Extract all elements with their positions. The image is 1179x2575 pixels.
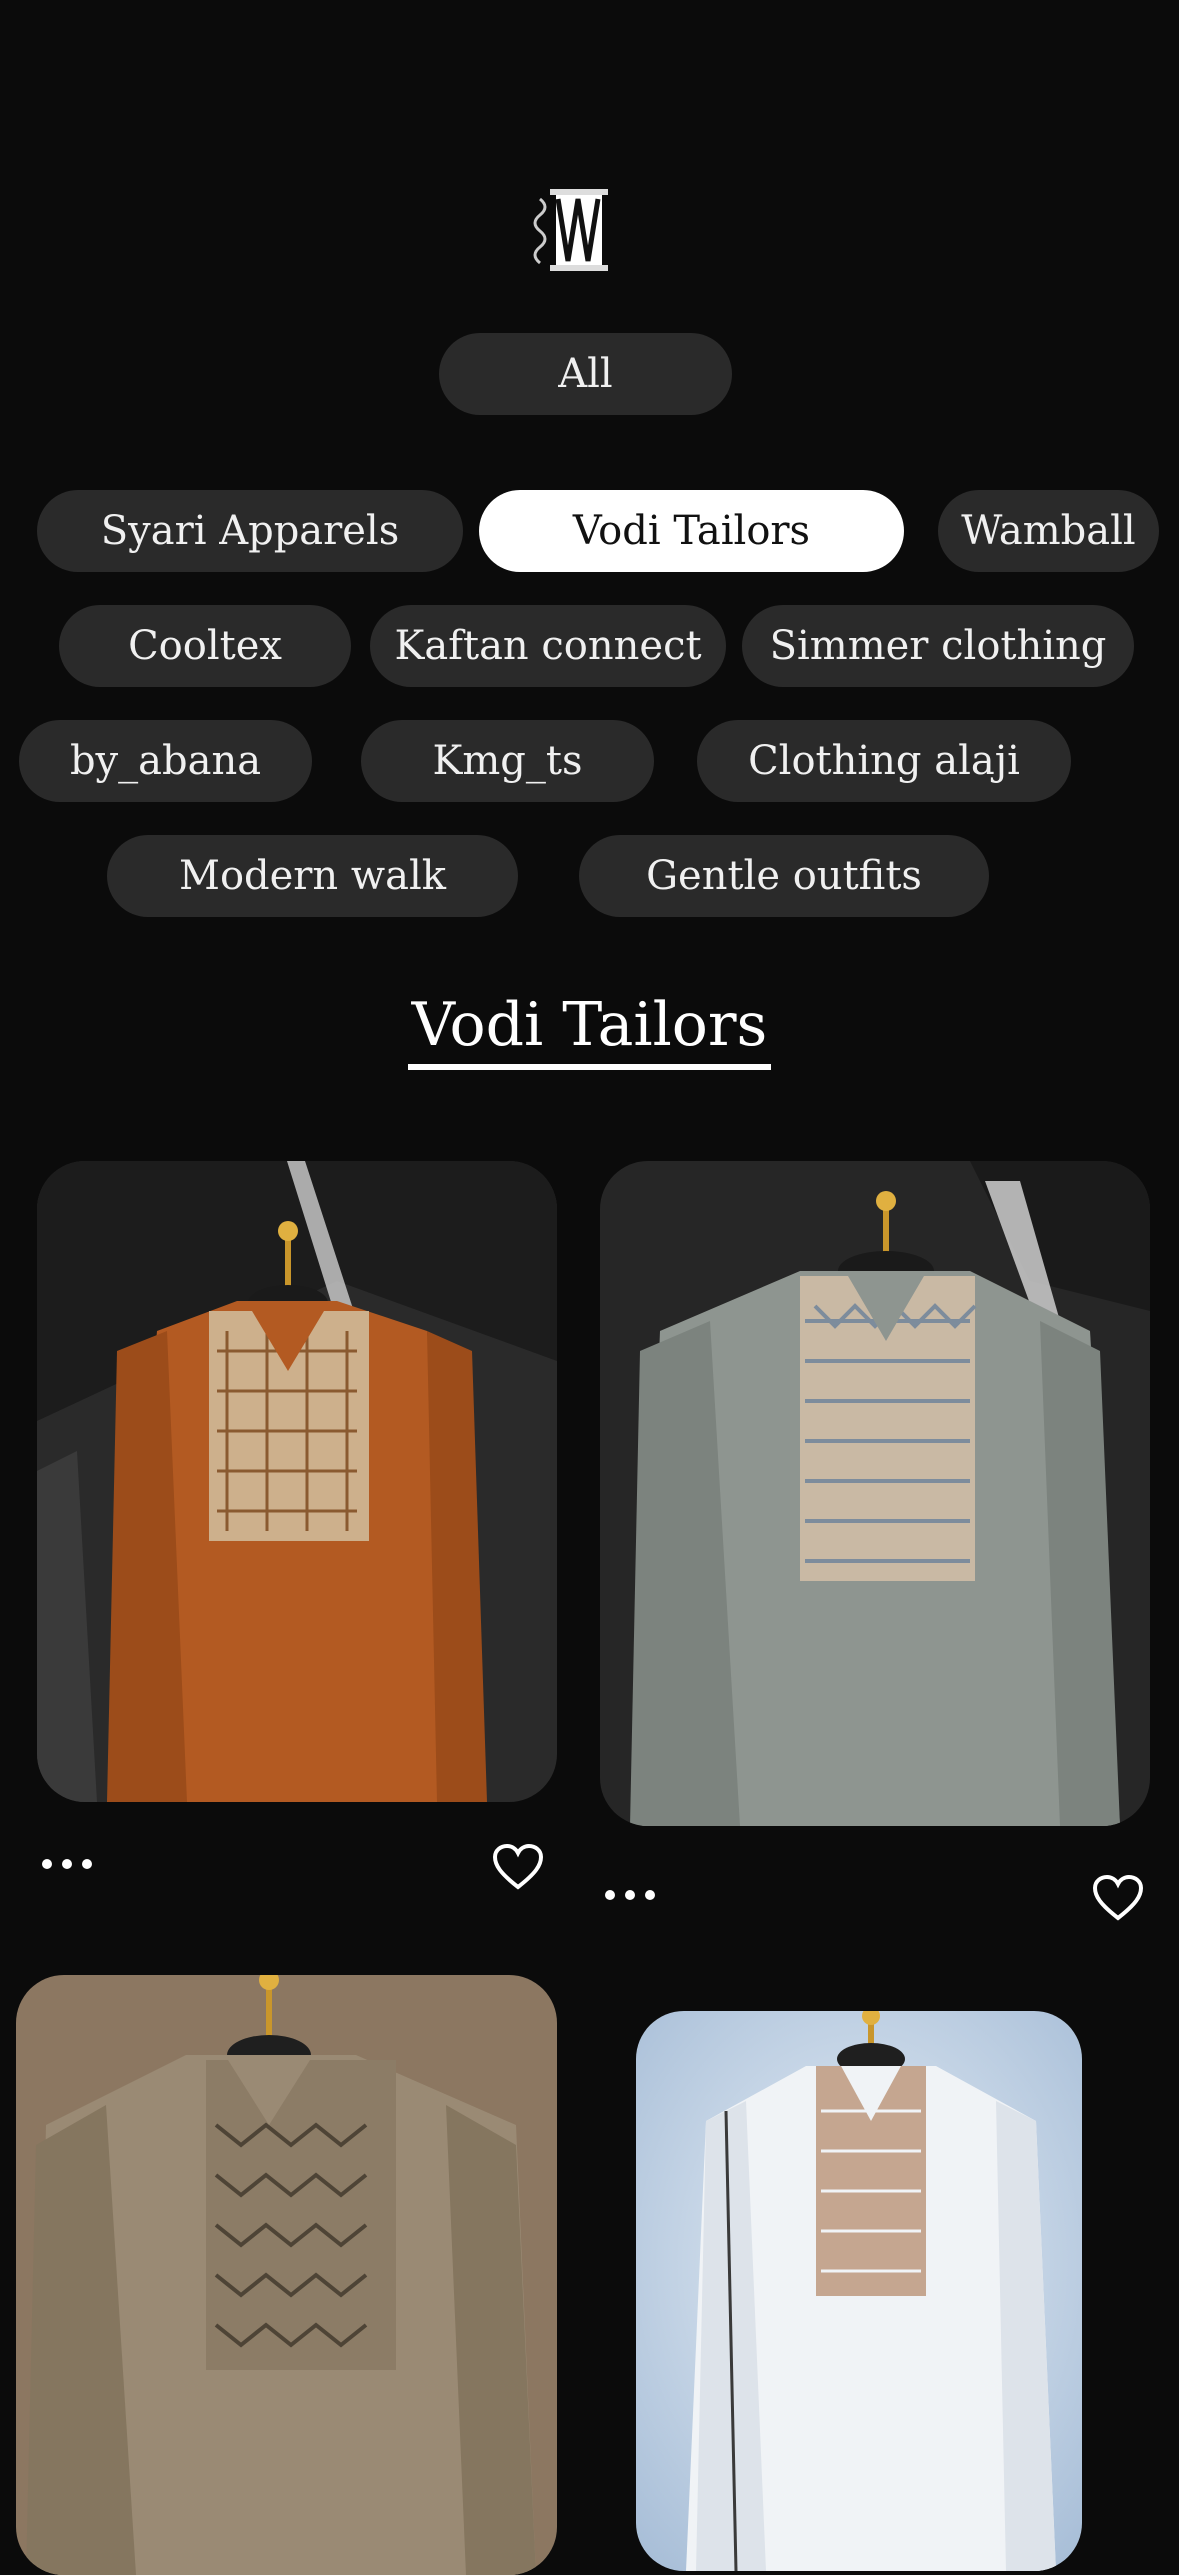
- filter-chip-simmer-clothing[interactable]: Simmer clothing: [742, 605, 1134, 687]
- filter-all-chip[interactable]: All: [439, 333, 732, 415]
- heart-outline-icon[interactable]: [492, 1843, 544, 1891]
- product-image: [600, 1161, 1150, 1826]
- product-card[interactable]: [16, 1975, 557, 2575]
- product-image: [16, 1975, 557, 2575]
- filter-chip-gentle-outfits[interactable]: Gentle outfits: [579, 835, 989, 917]
- filter-chip-wamball[interactable]: Wamball: [938, 490, 1159, 572]
- product-card[interactable]: [636, 2011, 1082, 2571]
- filter-chip-cooltex[interactable]: Cooltex: [59, 605, 351, 687]
- filter-chip-vodi-tailors[interactable]: Vodi Tailors: [479, 490, 904, 572]
- thread-spool-icon: [530, 185, 622, 275]
- heart-outline-icon[interactable]: [1092, 1874, 1144, 1922]
- product-card[interactable]: [37, 1161, 557, 1802]
- filter-chip-modern-walk[interactable]: Modern walk: [107, 835, 518, 917]
- section-title-text: Vodi Tailors: [407, 991, 772, 1070]
- product-image: [636, 2011, 1082, 2571]
- more-dots-icon[interactable]: [605, 1887, 657, 1903]
- more-dots-icon[interactable]: [42, 1856, 94, 1872]
- product-image: [37, 1161, 557, 1802]
- section-title: Vodi Tailors: [0, 990, 1179, 1070]
- product-card[interactable]: [600, 1161, 1150, 1826]
- filter-chip-kmg-ts[interactable]: Kmg_ts: [361, 720, 654, 802]
- filter-chip-kaftan-connect[interactable]: Kaftan connect: [370, 605, 726, 687]
- filter-chip-syari-apparels[interactable]: Syari Apparels: [37, 490, 463, 572]
- filter-chip-clothing-alaji[interactable]: Clothing alaji: [697, 720, 1071, 802]
- filter-chip-by-abana[interactable]: by_abana: [19, 720, 312, 802]
